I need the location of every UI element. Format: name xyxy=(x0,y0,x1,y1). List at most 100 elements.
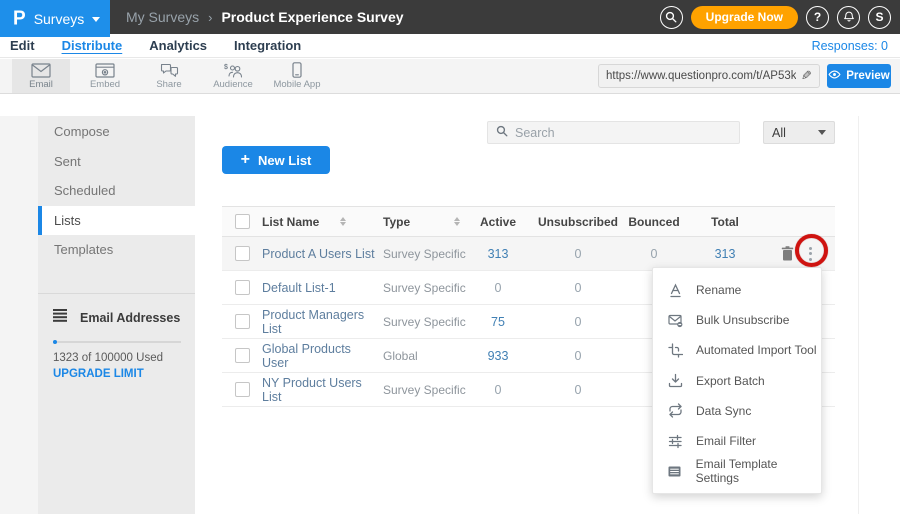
menu-item-email-template-settings[interactable]: Email Template Settings xyxy=(653,456,821,486)
list-search[interactable] xyxy=(487,121,740,144)
unsubscribed-count[interactable]: 0 xyxy=(575,383,582,397)
eye-icon xyxy=(828,70,841,82)
menu-item-bulk-unsubscribe[interactable]: Bulk Unsubscribe xyxy=(653,305,821,335)
surveys-menu-label: Surveys xyxy=(34,11,85,27)
toolbar-mobile-app[interactable]: Mobile App xyxy=(268,59,326,93)
search-input[interactable] xyxy=(515,126,731,140)
active-count[interactable]: 0 xyxy=(495,281,502,295)
active-count[interactable]: 313 xyxy=(488,247,509,261)
toolbar-audience[interactable]: $ Audience xyxy=(204,59,262,93)
survey-url: https://www.questionpro.com/t/AP53kZgfo xyxy=(606,70,796,82)
unsubscribed-count[interactable]: 0 xyxy=(575,247,582,261)
bounced-count[interactable]: 0 xyxy=(651,247,658,261)
bulk-unsubscribe-icon xyxy=(667,313,683,328)
survey-url-field[interactable]: https://www.questionpro.com/t/AP53kZgfo … xyxy=(598,64,820,88)
toolbar-embed[interactable]: Embed xyxy=(76,59,134,93)
tab-distribute[interactable]: Distribute xyxy=(62,38,123,53)
list-name-link[interactable]: Product A Users List xyxy=(262,247,375,261)
row-checkbox[interactable] xyxy=(235,246,250,261)
delete-list-icon[interactable] xyxy=(781,246,794,261)
embed-icon xyxy=(95,63,115,78)
list-name-link[interactable]: NY Product Users List xyxy=(262,376,378,404)
toolbar-share[interactable]: Share xyxy=(140,59,198,93)
top-header: Upgrade Now ? S My Surveys › Product Exp… xyxy=(0,0,900,34)
row-checkbox[interactable] xyxy=(235,348,250,363)
row-checkbox[interactable] xyxy=(235,280,250,295)
avatar[interactable]: S xyxy=(868,6,891,29)
audience-icon: $ xyxy=(223,63,243,78)
email-addresses-title: Email Addresses xyxy=(80,311,180,325)
search-input-icon xyxy=(496,124,508,142)
unsubscribed-count[interactable]: 0 xyxy=(575,349,582,363)
sidebar-item-sent[interactable]: Sent xyxy=(38,147,195,177)
sidebar-item-compose[interactable]: Compose xyxy=(38,117,195,147)
preview-button[interactable]: Preview xyxy=(827,64,891,88)
tab-analytics[interactable]: Analytics xyxy=(149,38,207,53)
list-options-menu: Rename Bulk Unsubscribe Automated Import… xyxy=(652,267,822,494)
plus-icon: + xyxy=(241,152,250,168)
row-checkbox[interactable] xyxy=(235,314,250,329)
search-icon[interactable] xyxy=(660,6,683,29)
upgrade-now-button[interactable]: Upgrade Now xyxy=(691,6,798,29)
usage-progress-fill xyxy=(53,340,57,344)
sort-type-icon[interactable] xyxy=(454,217,460,226)
col-list-name: List Name xyxy=(262,215,319,229)
questionpro-logo: P xyxy=(13,9,26,29)
table-row: Product A Users List Survey Specific 313… xyxy=(222,237,835,271)
email-addresses-section: Email Addresses 1323 of 100000 Used UPGR… xyxy=(38,294,195,380)
total-count[interactable]: 313 xyxy=(715,247,736,261)
unsubscribed-count[interactable]: 0 xyxy=(575,281,582,295)
sidebar-item-templates[interactable]: Templates xyxy=(38,235,195,265)
rename-icon xyxy=(667,283,683,298)
active-count[interactable]: 0 xyxy=(495,383,502,397)
upgrade-limit-link[interactable]: UPGRADE LIMIT xyxy=(53,368,195,380)
surveys-product-menu[interactable]: P Surveys xyxy=(0,0,110,37)
menu-item-rename[interactable]: Rename xyxy=(653,275,821,305)
sort-list-name-icon[interactable] xyxy=(340,217,346,226)
left-gutter xyxy=(0,116,38,514)
tab-integration[interactable]: Integration xyxy=(234,38,301,53)
col-unsubscribed: Unsubscribed xyxy=(530,215,626,229)
help-button[interactable]: ? xyxy=(806,6,829,29)
responses-count[interactable]: Responses: 0 xyxy=(812,39,888,53)
new-list-button[interactable]: + New List xyxy=(222,146,330,174)
breadcrumb-my-surveys[interactable]: My Surveys xyxy=(126,9,199,25)
annotation-highlight-circle xyxy=(795,234,828,267)
notifications-bell-icon[interactable] xyxy=(837,6,860,29)
menu-item-export-batch[interactable]: Export Batch xyxy=(653,366,821,396)
sidebar-item-lists[interactable]: Lists xyxy=(38,206,195,236)
distribute-toolbar: Email Embed Share $ xyxy=(0,59,900,94)
table-header-row: List Name Type Active Unsubscribed Bounc… xyxy=(222,206,835,237)
usage-text: 1323 of 100000 Used xyxy=(53,352,195,364)
list-name-link[interactable]: Global Products User xyxy=(262,342,378,370)
content-edge xyxy=(858,116,859,514)
list-filter-dropdown[interactable]: All xyxy=(763,121,835,144)
col-type: Type xyxy=(383,215,410,229)
toolbar-email[interactable]: Email xyxy=(12,59,70,93)
col-total: Total xyxy=(682,215,768,229)
email-template-settings-icon xyxy=(667,464,683,479)
email-icon xyxy=(31,63,51,78)
list-name-link[interactable]: Product Managers List xyxy=(262,308,378,336)
row-checkbox[interactable] xyxy=(235,382,250,397)
menu-item-email-filter[interactable]: Email Filter xyxy=(653,426,821,456)
breadcrumb: My Surveys › Product Experience Survey xyxy=(126,0,404,34)
menu-item-automated-import-tool[interactable]: Automated Import Tool xyxy=(653,335,821,365)
email-sidebar: Compose Sent Scheduled Lists Templates E… xyxy=(38,116,195,514)
svg-text:$: $ xyxy=(224,64,228,71)
menu-item-data-sync[interactable]: Data Sync xyxy=(653,396,821,426)
dropdown-caret-icon xyxy=(818,130,826,135)
edit-url-icon[interactable]: ✎ xyxy=(801,68,812,84)
export-batch-icon xyxy=(667,373,683,388)
list-name-link[interactable]: Default List-1 xyxy=(262,281,336,295)
breadcrumb-separator: › xyxy=(208,10,212,25)
active-count[interactable]: 75 xyxy=(491,315,505,329)
survey-tab-bar: Edit Distribute Analytics Integration Re… xyxy=(0,34,900,58)
chevron-down-icon xyxy=(92,17,100,22)
select-all-checkbox[interactable] xyxy=(235,214,250,229)
unsubscribed-count[interactable]: 0 xyxy=(575,315,582,329)
sidebar-item-scheduled[interactable]: Scheduled xyxy=(38,176,195,206)
tab-edit[interactable]: Edit xyxy=(10,38,35,53)
share-icon xyxy=(159,63,179,78)
active-count[interactable]: 933 xyxy=(488,349,509,363)
